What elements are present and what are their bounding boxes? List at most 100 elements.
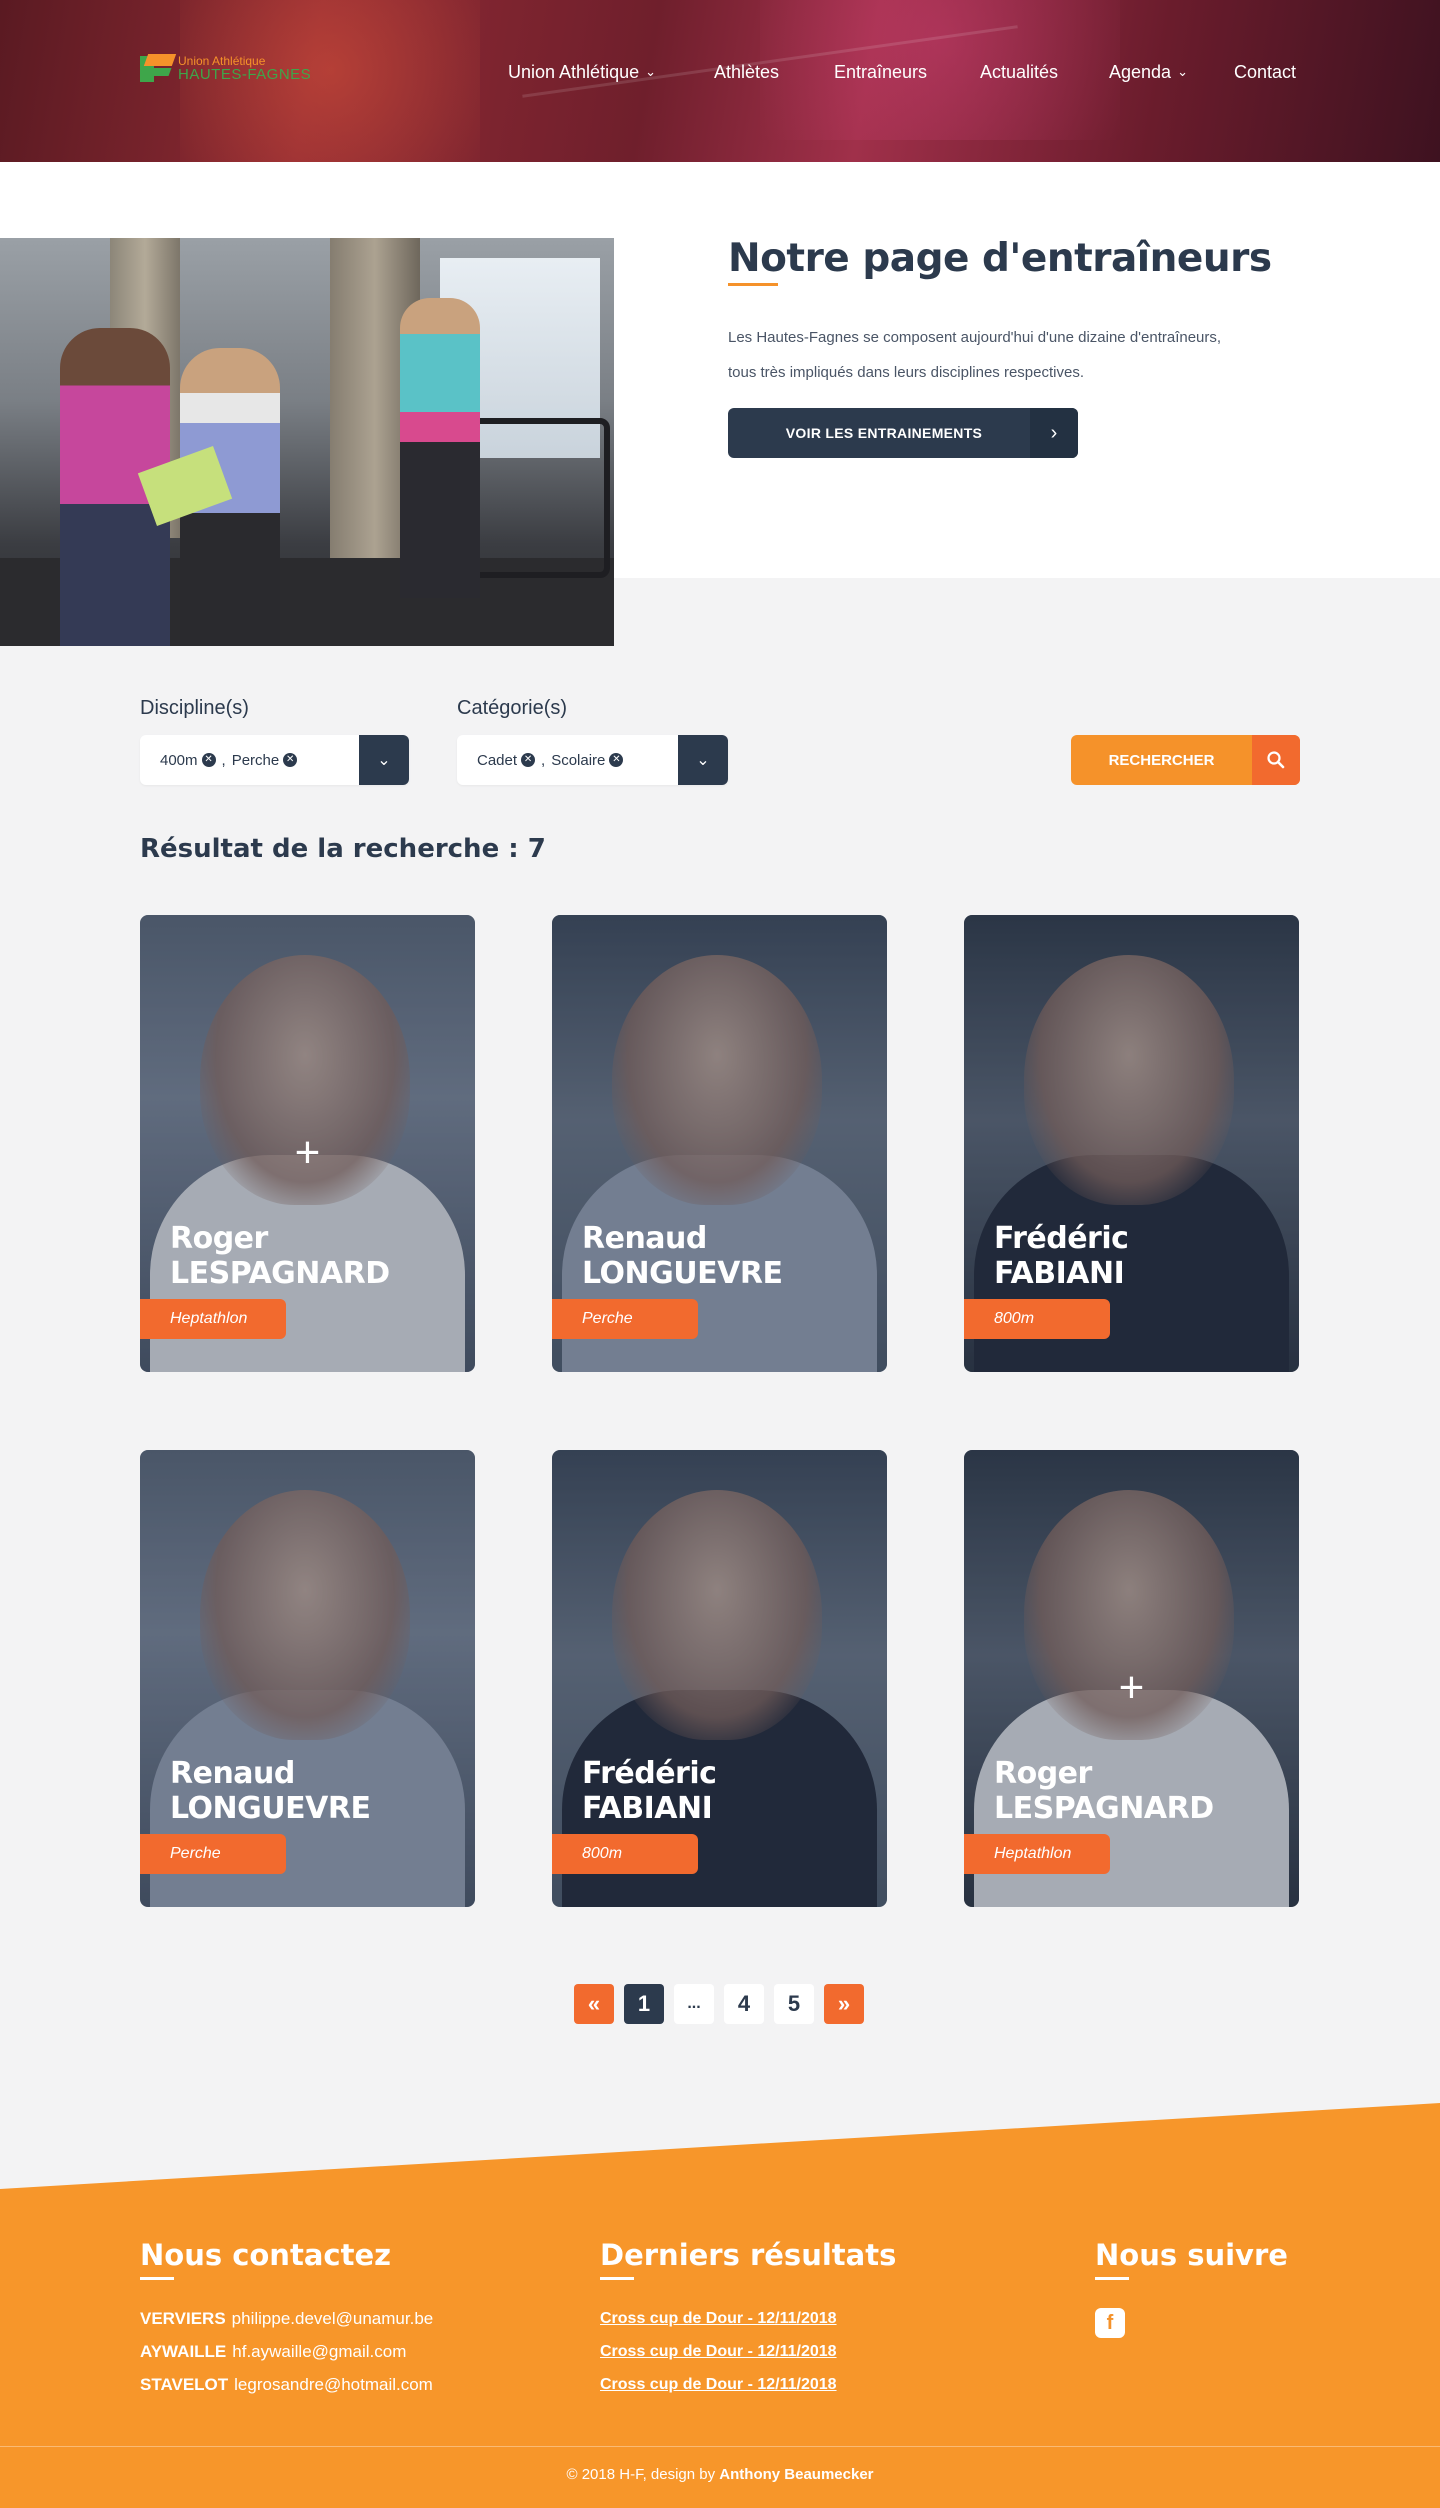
discipline-badge: 800m xyxy=(964,1299,1110,1339)
page-ellipsis: ... xyxy=(674,1984,714,2024)
plus-icon: + xyxy=(294,1128,321,1177)
footer-divider xyxy=(0,2446,1440,2447)
nav-item-label: Union Athlétique xyxy=(508,62,640,82)
site-footer xyxy=(0,2103,1440,2508)
trainer-last-name: FABIANI xyxy=(994,1256,1125,1291)
result-link[interactable]: Cross cup de Dour - 12/11/2018 xyxy=(600,2310,837,2328)
search-button[interactable]: RECHERCHER xyxy=(1071,735,1300,785)
logo-line2: HAUTES-FAGNES xyxy=(178,65,312,83)
trainer-first-name: Renaud xyxy=(582,1221,707,1256)
contact-stavelot: STAVELOT legrosandre@hotmail.com xyxy=(140,2375,433,2395)
trainer-name: Frédéric FABIANI xyxy=(994,1221,1129,1291)
main-nav: Union Athlétique ⌄ Athlètes Entraîneurs … xyxy=(508,62,1296,83)
designer-name[interactable]: Anthony Beaumecker xyxy=(719,2466,873,2483)
intro-text-line: Les Hautes-Fagnes se composent aujourd'h… xyxy=(728,329,1222,346)
page-button[interactable]: 4 xyxy=(724,1984,764,2024)
discipline-select[interactable]: 400m ✕ , Perche ✕ ⌄ xyxy=(140,735,409,785)
site-logo[interactable]: Union Athlétique HAUTES-FAGNES xyxy=(140,52,311,84)
trainer-name: Roger LESPAGNARD xyxy=(170,1221,390,1291)
remove-tag-icon[interactable]: ✕ xyxy=(521,753,536,767)
title-underline xyxy=(140,2277,174,2280)
contact-city: AYWAILLE xyxy=(140,2342,227,2361)
category-tag: Cadet ✕ xyxy=(477,751,536,769)
copyright-text: © 2018 H-F, design by xyxy=(566,2466,716,2483)
remove-tag-icon[interactable]: ✕ xyxy=(283,753,298,767)
trainer-first-name: Roger xyxy=(994,1756,1092,1791)
nav-item-athletes[interactable]: Athlètes xyxy=(714,62,834,83)
tag-label: Cadet xyxy=(477,751,518,769)
category-tag: Scolaire ✕ xyxy=(551,751,624,769)
trainer-card[interactable]: Frédéric FABIANI 800m xyxy=(552,1450,887,1907)
category-select[interactable]: Cadet ✕ , Scolaire ✕ ⌄ xyxy=(457,735,728,785)
trainer-card[interactable]: + Roger LESPAGNARD Heptathlon xyxy=(964,1450,1299,1907)
intro-text-line: tous très impliqués dans leurs disciplin… xyxy=(728,364,1084,381)
trainer-last-name: LESPAGNARD xyxy=(994,1791,1214,1826)
contact-email[interactable]: hf.aywaille@gmail.com xyxy=(232,2342,406,2361)
discipline-tag: 400m ✕ xyxy=(160,752,216,769)
contact-email[interactable]: philippe.devel@unamur.be xyxy=(232,2309,434,2328)
discipline-badge: Perche xyxy=(552,1299,698,1339)
trainer-card[interactable]: Renaud LONGUEVRE Perche xyxy=(552,915,887,1372)
intro-description: Les Hautes-Fagnes se composent aujourd'h… xyxy=(728,320,1288,390)
trainer-card[interactable]: Frédéric FABIANI 800m xyxy=(964,915,1299,1372)
remove-tag-icon[interactable]: ✕ xyxy=(201,753,216,767)
footer-background xyxy=(0,2103,1440,2508)
contact-city: VERVIERS xyxy=(140,2309,226,2328)
trainer-first-name: Renaud xyxy=(170,1756,295,1791)
trainer-name: Frédéric FABIANI xyxy=(582,1756,717,1826)
discipline-badge: Heptathlon xyxy=(964,1834,1110,1874)
nav-item-label: Athlètes xyxy=(714,62,780,82)
trainer-last-name: LONGUEVRE xyxy=(170,1791,371,1826)
follow-title: Nous suivre xyxy=(1095,2238,1288,2272)
discipline-label: Discipline(s) xyxy=(140,697,249,719)
plus-icon: + xyxy=(1118,1663,1145,1712)
search-button-label: RECHERCHER xyxy=(1108,751,1215,769)
chevron-right-icon: › xyxy=(1030,408,1078,458)
nav-item-label: Contact xyxy=(1234,62,1297,82)
chevron-down-icon[interactable]: ⌄ xyxy=(359,735,409,785)
discipline-tag: Perche ✕ xyxy=(232,752,298,769)
nav-item-union-athletique[interactable]: Union Athlétique ⌄ xyxy=(508,62,714,83)
title-underline xyxy=(728,283,778,286)
page-button[interactable]: 5 xyxy=(774,1984,814,2024)
nav-item-actualites[interactable]: Actualités xyxy=(980,62,1109,83)
trainer-name: Roger LESPAGNARD xyxy=(994,1756,1214,1826)
nav-item-label: Actualités xyxy=(980,62,1059,82)
page-title: Notre page d'entraîneurs xyxy=(728,236,1272,281)
logo-line1: Union Athlétique xyxy=(178,53,266,68)
contact-title: Nous contactez xyxy=(140,2238,391,2272)
discipline-badge: Perche xyxy=(140,1834,286,1874)
tag-label: 400m xyxy=(160,751,198,769)
nav-item-contact[interactable]: Contact xyxy=(1234,62,1296,83)
page-button[interactable]: 1 xyxy=(624,1984,664,2024)
search-icon xyxy=(1252,735,1300,785)
remove-tag-icon[interactable]: ✕ xyxy=(609,753,624,767)
trainer-last-name: LESPAGNARD xyxy=(170,1256,390,1291)
tag-label: Perche xyxy=(231,751,280,769)
result-link[interactable]: Cross cup de Dour - 12/11/2018 xyxy=(600,2376,837,2394)
latest-results-title: Derniers résultats xyxy=(600,2238,897,2272)
contact-email[interactable]: legrosandre@hotmail.com xyxy=(234,2375,433,2394)
next-page-button[interactable]: » xyxy=(824,1984,864,2024)
trainer-name: Renaud LONGUEVRE xyxy=(582,1221,783,1291)
tag-label: Scolaire xyxy=(551,751,606,769)
title-underline xyxy=(600,2277,634,2280)
trainer-name: Renaud LONGUEVRE xyxy=(170,1756,371,1826)
chevron-down-icon[interactable]: ⌄ xyxy=(678,735,728,785)
nav-item-agenda[interactable]: Agenda ⌄ xyxy=(1109,62,1234,83)
prev-page-button[interactable]: « xyxy=(574,1984,614,2024)
trainer-card[interactable]: + Roger LESPAGNARD Heptathlon xyxy=(140,915,475,1372)
contact-city: STAVELOT xyxy=(140,2375,229,2394)
logo-icon xyxy=(140,52,177,84)
result-link[interactable]: Cross cup de Dour - 12/11/2018 xyxy=(600,2343,837,2361)
discipline-badge: 800m xyxy=(552,1834,698,1874)
facebook-icon[interactable]: f xyxy=(1095,2308,1125,2338)
see-trainings-button[interactable]: VOIR LES ENTRAINEMENTS › xyxy=(728,408,1078,458)
contact-verviers: VERVIERS philippe.devel@unamur.be xyxy=(140,2309,433,2329)
chevron-down-icon: ⌄ xyxy=(645,63,657,79)
trainer-card[interactable]: Renaud LONGUEVRE Perche xyxy=(140,1450,475,1907)
nav-item-entraineurs[interactable]: Entraîneurs xyxy=(834,62,980,83)
discipline-badge: Heptathlon xyxy=(140,1299,286,1339)
trainer-first-name: Frédéric xyxy=(582,1756,717,1791)
category-label: Catégorie(s) xyxy=(457,697,568,719)
